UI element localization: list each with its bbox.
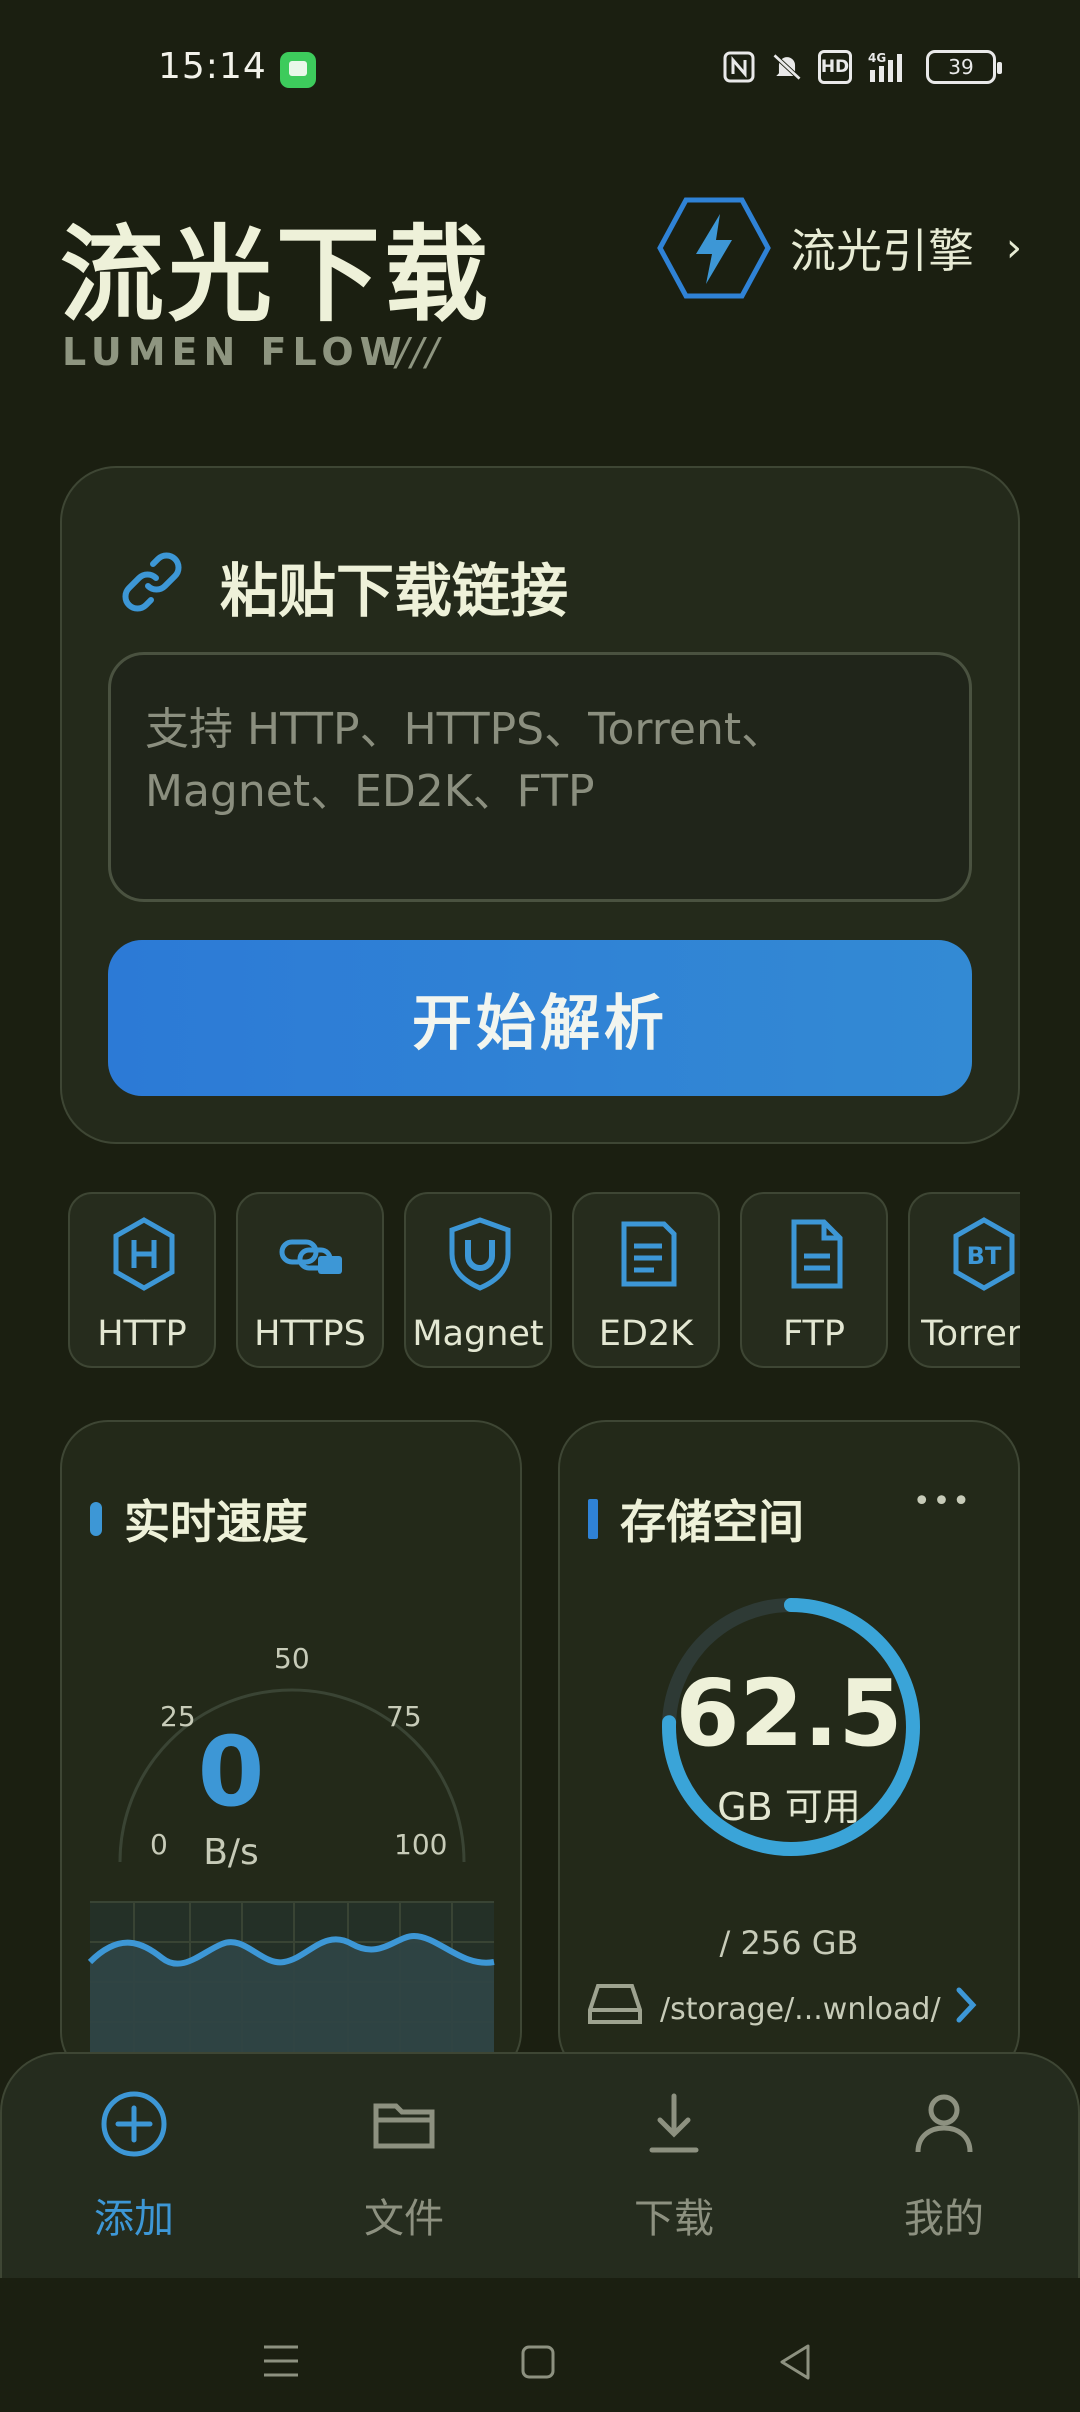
protocol-label: HTTP	[97, 1314, 187, 1354]
back-icon[interactable]	[776, 2342, 812, 2382]
subtitle-slashes: ///	[396, 330, 441, 374]
download-icon	[649, 2093, 699, 2153]
message-app-icon	[280, 52, 316, 88]
paste-card-title: 粘贴下载链接	[220, 557, 569, 625]
protocol-chip-ftp[interactable]: FTP	[740, 1192, 888, 1368]
chevron-right-icon[interactable]	[954, 1986, 978, 2024]
title-marker	[588, 1499, 598, 1539]
status-icons: HD 4G 39	[722, 50, 1002, 84]
protocol-label: ED2K	[598, 1314, 694, 1354]
battery-indicator: 39	[926, 50, 1002, 84]
lightning-hexagon-icon	[657, 197, 771, 299]
nfc-icon	[722, 50, 756, 84]
speed-unit: B/s	[203, 1832, 259, 1873]
storage-path[interactable]: /storage/...wnload/	[660, 1992, 941, 2027]
protocol-chip-ed2k[interactable]: ED2K	[572, 1192, 720, 1368]
protocol-label: Magnet	[412, 1314, 544, 1354]
folder-icon	[373, 2103, 435, 2149]
chevron-right-icon: ›	[1006, 225, 1022, 271]
storage-drive-icon	[588, 1984, 642, 2024]
network-type-label: 4G	[868, 51, 886, 65]
speed-card-title: 实时速度	[124, 1495, 308, 1549]
url-input[interactable]	[108, 652, 972, 902]
nav-label: 文件	[364, 2196, 444, 2242]
app-title: 流光下载	[60, 214, 493, 336]
hexagon-bt-icon: BT	[953, 1217, 1015, 1291]
speed-card-header: 实时速度	[90, 1486, 308, 1552]
mute-bell-icon	[770, 50, 804, 84]
app-subtitle: LUMEN FLOW	[62, 330, 408, 374]
storage-total: / 256 GB	[719, 1924, 859, 1962]
link-lock-icon	[279, 1239, 342, 1274]
hexagon-h-icon	[113, 1217, 175, 1291]
parse-button[interactable]: 开始解析	[108, 940, 972, 1096]
nav-downloads[interactable]: 下载	[574, 2090, 774, 2260]
svg-text:BT: BT	[967, 1242, 1002, 1270]
storage-card-title: 存储空间	[620, 1495, 804, 1549]
signal-icon: 4G	[866, 50, 912, 84]
nav-add[interactable]: 添加	[34, 2090, 234, 2260]
document-icon	[621, 1221, 677, 1287]
protocol-label: FTP	[782, 1314, 845, 1354]
file-icon	[791, 1219, 843, 1289]
more-options-icon[interactable]: •••	[913, 1484, 972, 1519]
nav-label: 添加	[94, 2196, 174, 2242]
person-icon	[915, 2094, 973, 2153]
nav-files[interactable]: 文件	[304, 2090, 504, 2260]
protocol-chip-torrent[interactable]: BT Torrent	[908, 1192, 1020, 1368]
storage-card-header: 存储空间	[588, 1486, 804, 1552]
nav-label: 下载	[634, 2196, 714, 2242]
status-time: 15:14	[158, 46, 267, 87]
storage-available-value: 62.5	[675, 1660, 903, 1767]
storage-available-label: GB 可用	[717, 1785, 861, 1829]
add-circle-icon	[101, 2091, 167, 2157]
gauge-tick-50: 50	[274, 1642, 310, 1675]
hd-icon: HD	[818, 50, 852, 84]
protocol-chip-https[interactable]: HTTPS	[236, 1192, 384, 1368]
protocol-chip-magnet[interactable]: Magnet	[404, 1192, 552, 1368]
menu-icon[interactable]	[262, 2344, 300, 2378]
protocol-label: HTTPS	[254, 1314, 366, 1354]
nav-label: 我的	[904, 2196, 984, 2242]
magnet-shield-icon	[449, 1217, 511, 1291]
engine-label: 流光引擎	[790, 224, 974, 278]
title-marker	[90, 1502, 102, 1536]
engine-link[interactable]: 流光引擎 ›	[656, 196, 1022, 300]
home-icon[interactable]	[520, 2344, 556, 2380]
protocol-chip-http[interactable]: HTTP	[68, 1192, 216, 1368]
link-icon	[122, 552, 182, 612]
system-nav-bar	[0, 2280, 1080, 2412]
protocol-chip-row[interactable]: HTTP HTTPS Magnet ED2K FTP BT Torren	[60, 1190, 1020, 1370]
speed-value: 0	[197, 1716, 265, 1828]
protocol-label: Torrent	[921, 1314, 1020, 1354]
nav-profile[interactable]: 我的	[844, 2090, 1044, 2260]
